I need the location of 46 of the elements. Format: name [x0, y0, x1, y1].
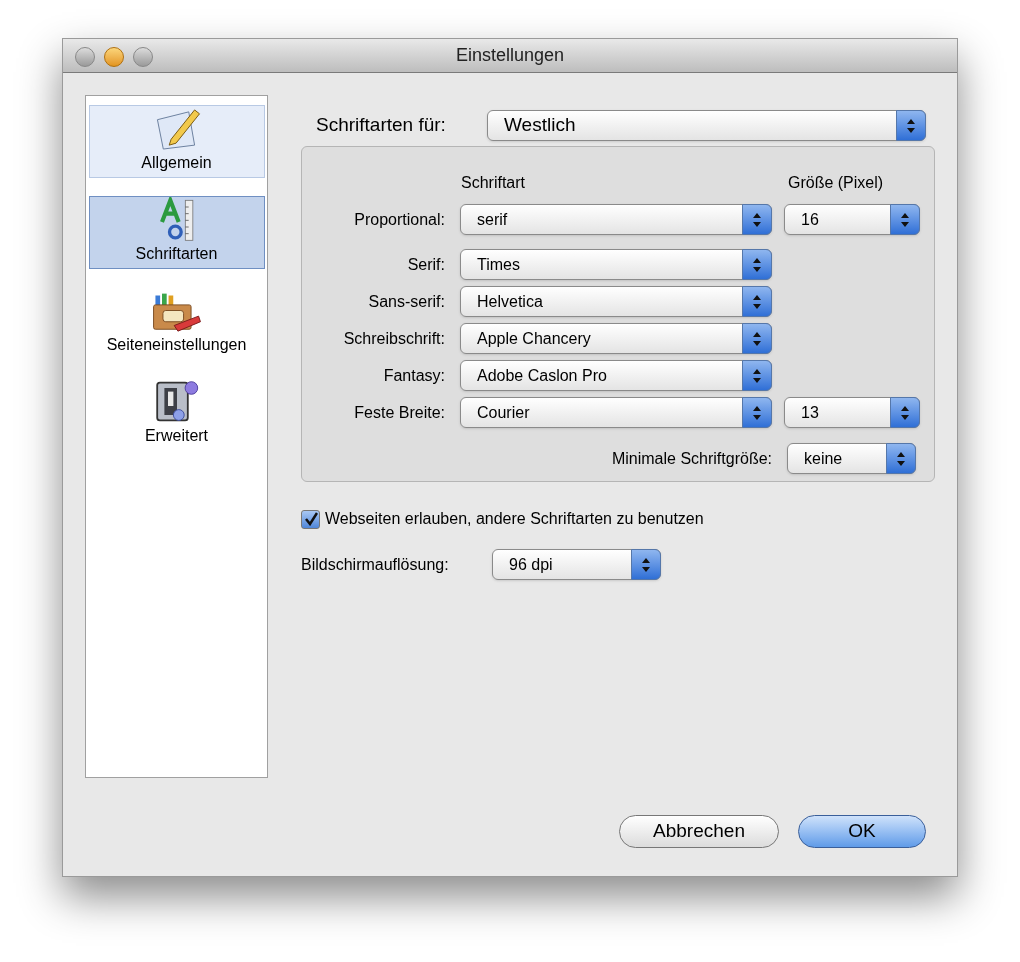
- row-label: Schreibschrift:: [342, 328, 445, 349]
- stepper-arrows-icon: [742, 204, 772, 235]
- stepper-arrows-icon: [890, 397, 920, 428]
- stepper-arrows-icon: [896, 110, 926, 141]
- popup-menu[interactable]: Times: [460, 249, 772, 280]
- popup-menu[interactable]: Apple Chancery: [460, 323, 772, 354]
- popup-menu[interactable]: Adobe Caslon Pro: [460, 360, 772, 391]
- resolution-label: Bildschirmauflösung:: [301, 554, 450, 575]
- row-label: Proportional:: [353, 209, 445, 230]
- stepper-arrows-icon: [742, 286, 772, 317]
- cancel-button[interactable]: Abbrechen: [619, 815, 779, 848]
- sidebar-item[interactable]: Schriftarten: [88, 196, 265, 269]
- row-label: Fantasy:: [382, 365, 445, 386]
- checkbox-label: Webseiten erlauben, andere Schriftarten zu benutzen: [325, 509, 704, 529]
- stepper-arrows-icon: [742, 360, 772, 391]
- checkbox[interactable]: [301, 509, 320, 529]
- column-header: Schriftart: [461, 173, 526, 193]
- stepper-arrows-icon: [742, 249, 772, 280]
- window-title: Einstellungen: [455, 44, 565, 67]
- stepper-arrows-icon: [886, 443, 916, 474]
- stepper-arrows-icon: [742, 323, 772, 354]
- stepper-arrows-icon: [890, 204, 920, 235]
- popup-menu[interactable]: Courier: [460, 397, 772, 428]
- sidebar-item[interactable]: Seiteneinstellungen: [88, 287, 265, 360]
- row-label: Serif:: [406, 254, 445, 275]
- minimize-button[interactable]: [104, 47, 124, 67]
- minimum-size-label: Minimale Schriftgröße:: [610, 448, 772, 469]
- stepper-arrows-icon: [631, 549, 661, 580]
- row-label: Feste Breite:: [353, 402, 445, 423]
- stepper-arrows-icon: [742, 397, 772, 428]
- popup-menu[interactable]: Westlich: [487, 110, 926, 141]
- column-header: Größe (Pixel): [788, 173, 884, 193]
- zoom-button[interactable]: [133, 47, 153, 67]
- fonts-for-label: Schriftarten für:: [316, 113, 447, 138]
- size-popup-menu[interactable]: keine: [787, 443, 916, 474]
- popup-menu[interactable]: 96 dpi: [492, 549, 661, 580]
- sidebar-item[interactable]: Erweitert: [88, 378, 265, 451]
- popup-menu[interactable]: Helvetica: [460, 286, 772, 317]
- ok-button[interactable]: OK: [798, 815, 926, 848]
- size-popup-menu[interactable]: 16: [784, 204, 920, 235]
- popup-menu[interactable]: serif: [460, 204, 772, 235]
- sidebar-item[interactable]: Allgemein: [88, 105, 265, 178]
- checkmark-icon: [303, 512, 318, 526]
- close-button[interactable]: [75, 47, 95, 67]
- size-popup-menu[interactable]: 13: [784, 397, 920, 428]
- row-label: Sans-serif:: [367, 291, 445, 312]
